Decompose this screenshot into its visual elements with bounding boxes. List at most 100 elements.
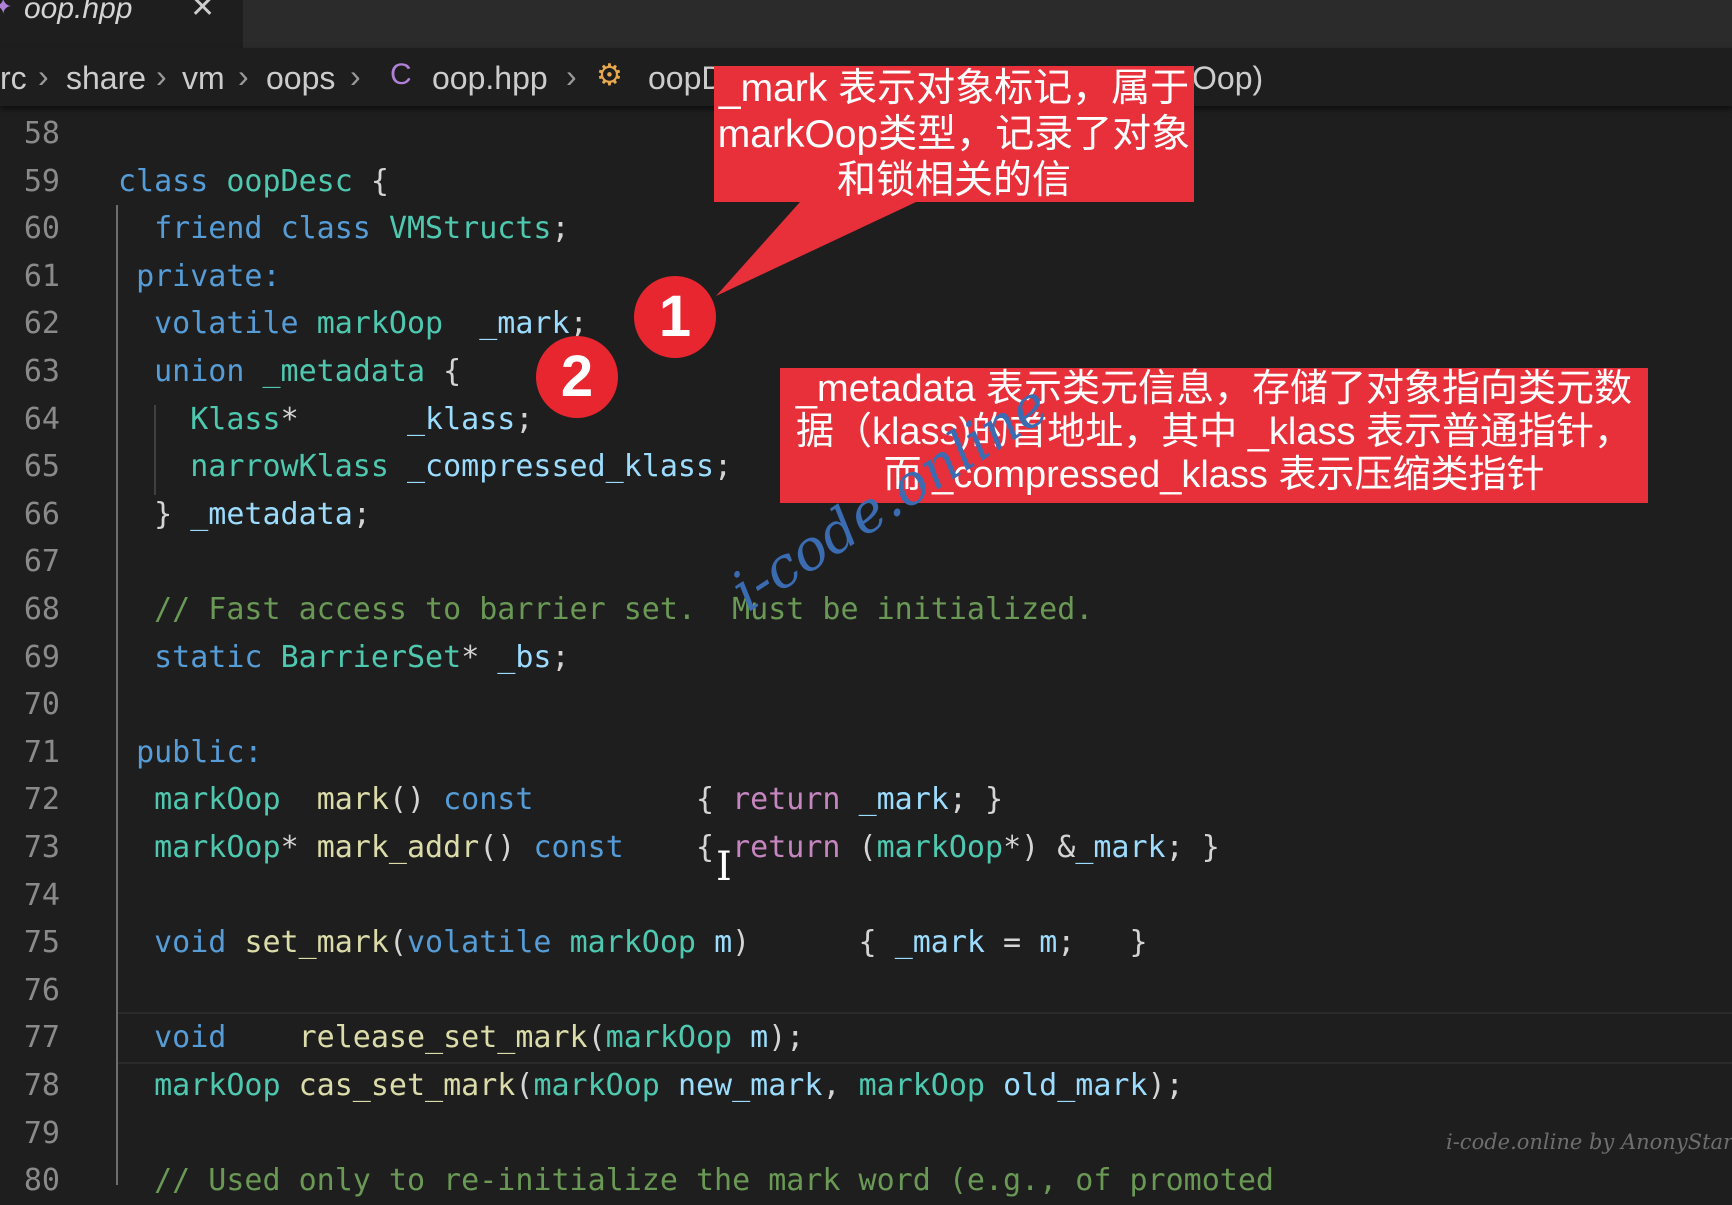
- code-line[interactable]: union _metadata {: [118, 348, 461, 396]
- code-line[interactable]: volatile markOop _mark;: [118, 300, 588, 348]
- line-number: 62: [23, 306, 60, 342]
- line-number: 60: [23, 211, 60, 247]
- code-line[interactable]: // Fast access to barrier set. Must be i…: [118, 586, 1093, 634]
- code-token: new_mark: [677, 1068, 823, 1103]
- code-token: ;: [515, 401, 534, 437]
- annotation-callout-mark: _mark 表示对象标记，属于markOop类型，记录了对象和锁相关的信: [714, 66, 1194, 202]
- breadcrumb-item-vm[interactable]: vm: [182, 60, 225, 97]
- tab-oop-hpp[interactable]: ✦ oop.hpp ✕: [0, 0, 243, 48]
- line-number: 75: [23, 925, 60, 961]
- code-line[interactable]: markOop mark() const { return _mark; }: [118, 776, 1003, 824]
- code-line[interactable]: static BarrierSet* _bs;: [118, 634, 569, 682]
- code-token: mark: [316, 782, 389, 818]
- code-line[interactable]: Klass* _klass;: [118, 396, 533, 444]
- chevron-right-icon: ›: [566, 58, 577, 94]
- line-number: 66: [23, 496, 60, 532]
- code-token: _mark: [479, 306, 570, 342]
- code-token: (: [840, 830, 877, 865]
- code-token: markOop: [858, 1068, 985, 1103]
- code-token: union: [154, 354, 245, 389]
- code-token: _metadata: [262, 354, 426, 389]
- code-token: *: [280, 830, 317, 865]
- code-token: // Used only to re-initialize the mark w…: [154, 1163, 1274, 1199]
- chevron-right-icon: ›: [38, 58, 49, 94]
- code-token: ;: [551, 211, 570, 247]
- code-line[interactable]: void release_set_mark(markOop m);: [118, 1014, 804, 1062]
- line-number: 61: [23, 258, 60, 294]
- chevron-right-icon: ›: [156, 58, 167, 94]
- code-token: cas_set_mark: [298, 1068, 516, 1103]
- breadcrumb-item-oops[interactable]: oops: [266, 60, 335, 97]
- code-token: _metadata: [190, 496, 353, 532]
- code-token: markOop: [316, 306, 444, 342]
- code-token: markOop: [876, 830, 1004, 865]
- breadcrumb-item-file[interactable]: oop.hpp: [432, 60, 548, 97]
- code-line[interactable]: public:: [118, 729, 262, 777]
- step-badge-2: 2: [536, 336, 618, 418]
- code-token: ; }: [1165, 830, 1220, 865]
- code-token: old_mark: [1003, 1068, 1148, 1103]
- code-token: markOop: [154, 782, 281, 818]
- line-number: 76: [23, 972, 60, 1008]
- chevron-right-icon: ›: [350, 58, 361, 94]
- code-token: );: [768, 1020, 805, 1056]
- code-line[interactable]: friend class VMStructs;: [118, 205, 570, 253]
- code-token: // Fast access to barrier set. Must be i…: [154, 592, 1094, 627]
- code-token: m: [714, 925, 733, 961]
- line-number: 68: [23, 592, 60, 627]
- code-token: (: [388, 925, 407, 961]
- code-token: markOop: [154, 830, 281, 865]
- code-line[interactable]: markOop* mark_addr() const { return (mar…: [118, 824, 1220, 872]
- code-token: release_set_mark: [298, 1020, 588, 1056]
- breadcrumb-item-member[interactable]: Oop): [1192, 60, 1263, 97]
- code-line[interactable]: } _metadata;: [118, 491, 371, 539]
- code-token: m: [1039, 925, 1058, 961]
- code-token: void: [154, 1020, 227, 1056]
- code-token: VMStructs: [388, 211, 552, 247]
- class-symbol-icon: ⚙: [596, 59, 623, 92]
- code-line[interactable]: class oopDesc {: [118, 158, 389, 206]
- line-number: 70: [23, 687, 60, 723]
- code-token: volatile: [407, 925, 552, 961]
- code-line[interactable]: markOop cas_set_mark(markOop new_mark, m…: [118, 1062, 1184, 1110]
- code-token: return: [732, 782, 841, 818]
- code-line[interactable]: void set_mark(volatile markOop m) { _mar…: [118, 919, 1148, 967]
- line-number: 71: [23, 734, 60, 770]
- breadcrumb-item-src[interactable]: rc: [0, 60, 27, 97]
- cpp-file-icon: ✦: [0, 0, 13, 19]
- code-line[interactable]: // Used only to re-initialize the mark w…: [118, 1157, 1274, 1205]
- code-token: class: [280, 211, 371, 247]
- code-token: _bs: [497, 639, 552, 675]
- code-token: ; }: [1057, 925, 1148, 961]
- breadcrumb-item-share[interactable]: share: [66, 60, 146, 97]
- line-number: 79: [23, 1115, 60, 1151]
- code-token: ;: [352, 496, 371, 532]
- code-line[interactable]: private:: [118, 253, 281, 301]
- code-token: mark_addr: [316, 830, 480, 865]
- cpp-file-icon: C: [390, 58, 412, 91]
- line-number: 72: [23, 782, 60, 818]
- tab-bar: ✦ oop.hpp ✕: [0, 0, 1732, 48]
- code-token: markOop: [569, 925, 696, 961]
- code-line[interactable]: narrowKlass _compressed_klass;: [118, 443, 732, 491]
- tab-title: oop.hpp: [24, 0, 133, 25]
- code-token: const: [443, 782, 534, 818]
- close-icon[interactable]: ✕: [190, 0, 215, 25]
